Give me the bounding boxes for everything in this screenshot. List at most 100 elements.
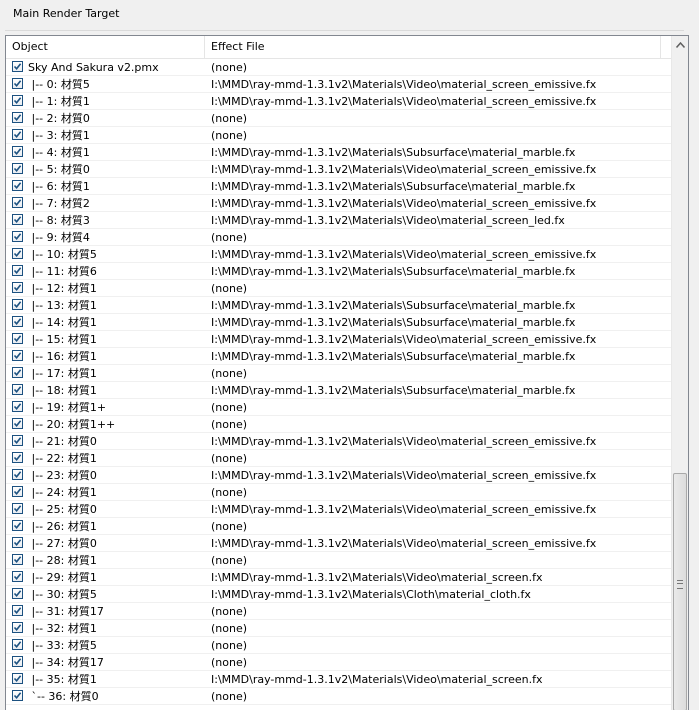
table-row[interactable]: |-- 20: 材質1++ (none) bbox=[6, 416, 673, 433]
object-cell[interactable]: |-- 7: 材質2 bbox=[6, 195, 205, 212]
table-row[interactable]: |-- 23: 材質0 I:\MMD\ray-mmd-1.3.1v2\Materi… bbox=[6, 467, 673, 484]
table-row[interactable]: |-- 7: 材質2 I:\MMD\ray-mmd-1.3.1v2\Materia… bbox=[6, 195, 673, 212]
effect-file-cell[interactable]: (none) bbox=[211, 655, 661, 670]
table-row[interactable]: |-- 27: 材質0 I:\MMD\ray-mmd-1.3.1v2\Materi… bbox=[6, 535, 673, 552]
effect-file-cell[interactable]: (none) bbox=[211, 485, 661, 500]
object-cell[interactable]: |-- 2: 材質0 bbox=[6, 110, 205, 127]
column-header-object[interactable]: Object bbox=[6, 36, 205, 58]
effect-file-cell[interactable]: I:\MMD\ray-mmd-1.3.1v2\Materials\Subsurf… bbox=[211, 264, 661, 279]
object-cell[interactable]: |-- 3: 材質1 bbox=[6, 127, 205, 144]
row-checkbox[interactable] bbox=[12, 197, 23, 208]
row-checkbox[interactable] bbox=[12, 435, 23, 446]
table-row[interactable]: |-- 24: 材質1 (none) bbox=[6, 484, 673, 501]
effect-file-cell[interactable]: I:\MMD\ray-mmd-1.3.1v2\Materials\Subsurf… bbox=[211, 298, 661, 313]
row-checkbox[interactable] bbox=[12, 214, 23, 225]
effect-file-cell[interactable]: I:\MMD\ray-mmd-1.3.1v2\Materials\Subsurf… bbox=[211, 349, 661, 364]
row-checkbox[interactable] bbox=[12, 248, 23, 259]
effect-file-cell[interactable]: (none) bbox=[211, 400, 661, 415]
object-cell[interactable]: `-- 36: 材質0 bbox=[6, 688, 205, 705]
table-row[interactable]: |-- 17: 材質1 (none) bbox=[6, 365, 673, 382]
object-cell[interactable]: |-- 6: 材質1 bbox=[6, 178, 205, 195]
table-row[interactable]: |-- 2: 材質0 (none) bbox=[6, 110, 673, 127]
row-checkbox[interactable] bbox=[12, 282, 23, 293]
table-row[interactable]: |-- 5: 材質0 I:\MMD\ray-mmd-1.3.1v2\Materia… bbox=[6, 161, 673, 178]
row-checkbox[interactable] bbox=[12, 401, 23, 412]
effect-file-cell[interactable]: (none) bbox=[211, 417, 661, 432]
effect-file-cell[interactable]: I:\MMD\ray-mmd-1.3.1v2\Materials\Video\m… bbox=[211, 213, 661, 228]
row-checkbox[interactable] bbox=[12, 605, 23, 616]
table-row[interactable]: `-- 36: 材質0 (none) bbox=[6, 688, 673, 705]
effect-file-cell[interactable]: (none) bbox=[211, 604, 661, 619]
object-cell[interactable]: |-- 19: 材質1+ bbox=[6, 399, 205, 416]
object-cell[interactable]: |-- 32: 材質1 bbox=[6, 620, 205, 637]
table-row[interactable]: |-- 28: 材質1 (none) bbox=[6, 552, 673, 569]
effect-file-cell[interactable]: I:\MMD\ray-mmd-1.3.1v2\Materials\Video\m… bbox=[211, 536, 661, 551]
effect-file-cell[interactable]: I:\MMD\ray-mmd-1.3.1v2\Materials\Cloth\m… bbox=[211, 587, 661, 602]
table-row[interactable]: Sky And Sakura v2.pmx (none) bbox=[6, 59, 673, 76]
table-row[interactable]: |-- 31: 材質17 (none) bbox=[6, 603, 673, 620]
table-row[interactable]: |-- 26: 材質1 (none) bbox=[6, 518, 673, 535]
effect-file-cell[interactable]: (none) bbox=[211, 60, 661, 75]
effect-file-cell[interactable]: (none) bbox=[211, 621, 661, 636]
object-cell[interactable]: |-- 13: 材質1 bbox=[6, 297, 205, 314]
object-cell[interactable]: |-- 11: 材質6 bbox=[6, 263, 205, 280]
table-row[interactable]: |-- 19: 材質1+ (none) bbox=[6, 399, 673, 416]
row-checkbox[interactable] bbox=[12, 350, 23, 361]
table-row[interactable]: |-- 16: 材質1 I:\MMD\ray-mmd-1.3.1v2\Materi… bbox=[6, 348, 673, 365]
object-cell[interactable]: |-- 17: 材質1 bbox=[6, 365, 205, 382]
object-cell[interactable]: |-- 33: 材質5 bbox=[6, 637, 205, 654]
effect-file-cell[interactable]: I:\MMD\ray-mmd-1.3.1v2\Materials\Video\m… bbox=[211, 502, 661, 517]
object-cell[interactable]: |-- 14: 材質1 bbox=[6, 314, 205, 331]
table-row[interactable]: |-- 13: 材質1 I:\MMD\ray-mmd-1.3.1v2\Materi… bbox=[6, 297, 673, 314]
row-checkbox[interactable] bbox=[12, 537, 23, 548]
effect-file-cell[interactable]: I:\MMD\ray-mmd-1.3.1v2\Materials\Video\m… bbox=[211, 77, 661, 92]
effect-file-cell[interactable]: I:\MMD\ray-mmd-1.3.1v2\Materials\Video\m… bbox=[211, 196, 661, 211]
row-checkbox[interactable] bbox=[12, 333, 23, 344]
row-checkbox[interactable] bbox=[12, 571, 23, 582]
table-row[interactable]: |-- 14: 材質1 I:\MMD\ray-mmd-1.3.1v2\Materi… bbox=[6, 314, 673, 331]
row-checkbox[interactable] bbox=[12, 316, 23, 327]
row-checkbox[interactable] bbox=[12, 588, 23, 599]
object-cell[interactable]: |-- 27: 材質0 bbox=[6, 535, 205, 552]
row-checkbox[interactable] bbox=[12, 622, 23, 633]
effect-file-cell[interactable]: (none) bbox=[211, 128, 661, 143]
effect-file-cell[interactable]: I:\MMD\ray-mmd-1.3.1v2\Materials\Video\m… bbox=[211, 468, 661, 483]
object-cell[interactable]: |-- 5: 材質0 bbox=[6, 161, 205, 178]
effect-file-cell[interactable]: (none) bbox=[211, 519, 661, 534]
row-checkbox[interactable] bbox=[12, 146, 23, 157]
object-cell[interactable]: |-- 1: 材質1 bbox=[6, 93, 205, 110]
table-row[interactable]: |-- 12: 材質1 (none) bbox=[6, 280, 673, 297]
row-checkbox[interactable] bbox=[12, 231, 23, 242]
object-cell[interactable]: |-- 26: 材質1 bbox=[6, 518, 205, 535]
row-checkbox[interactable] bbox=[12, 163, 23, 174]
row-checkbox[interactable] bbox=[12, 112, 23, 123]
row-checkbox[interactable] bbox=[12, 520, 23, 531]
table-row[interactable]: |-- 11: 材質6 I:\MMD\ray-mmd-1.3.1v2\Materi… bbox=[6, 263, 673, 280]
effect-file-cell[interactable]: I:\MMD\ray-mmd-1.3.1v2\Materials\Subsurf… bbox=[211, 145, 661, 160]
table-row[interactable]: |-- 9: 材質4 (none) bbox=[6, 229, 673, 246]
object-cell[interactable]: |-- 18: 材質1 bbox=[6, 382, 205, 399]
table-row[interactable]: |-- 1: 材質1 I:\MMD\ray-mmd-1.3.1v2\Materia… bbox=[6, 93, 673, 110]
table-row[interactable]: |-- 15: 材質1 I:\MMD\ray-mmd-1.3.1v2\Materi… bbox=[6, 331, 673, 348]
table-row[interactable]: |-- 30: 材質5 I:\MMD\ray-mmd-1.3.1v2\Materi… bbox=[6, 586, 673, 603]
effect-file-cell[interactable]: (none) bbox=[211, 451, 661, 466]
object-cell[interactable]: |-- 25: 材質0 bbox=[6, 501, 205, 518]
row-checkbox[interactable] bbox=[12, 129, 23, 140]
object-cell[interactable]: |-- 22: 材質1 bbox=[6, 450, 205, 467]
vertical-scrollbar[interactable] bbox=[671, 36, 688, 710]
object-cell[interactable]: Sky And Sakura v2.pmx bbox=[6, 59, 205, 76]
effect-file-cell[interactable]: I:\MMD\ray-mmd-1.3.1v2\Materials\Subsurf… bbox=[211, 315, 661, 330]
table-row[interactable]: |-- 32: 材質1 (none) bbox=[6, 620, 673, 637]
effect-file-cell[interactable]: I:\MMD\ray-mmd-1.3.1v2\Materials\Video\m… bbox=[211, 247, 661, 262]
object-cell[interactable]: |-- 10: 材質5 bbox=[6, 246, 205, 263]
object-cell[interactable]: |-- 23: 材質0 bbox=[6, 467, 205, 484]
row-checkbox[interactable] bbox=[12, 656, 23, 667]
table-row[interactable]: |-- 21: 材質0 I:\MMD\ray-mmd-1.3.1v2\Materi… bbox=[6, 433, 673, 450]
effect-file-cell[interactable]: (none) bbox=[211, 111, 661, 126]
row-checkbox[interactable] bbox=[12, 469, 23, 480]
render-target-list[interactable]: Object Effect File Sky And Sakura v2.pmx… bbox=[5, 35, 689, 710]
object-cell[interactable]: |-- 35: 材質1 bbox=[6, 671, 205, 688]
row-checkbox[interactable] bbox=[12, 639, 23, 650]
effect-file-cell[interactable]: (none) bbox=[211, 230, 661, 245]
effect-file-cell[interactable]: (none) bbox=[211, 689, 661, 704]
